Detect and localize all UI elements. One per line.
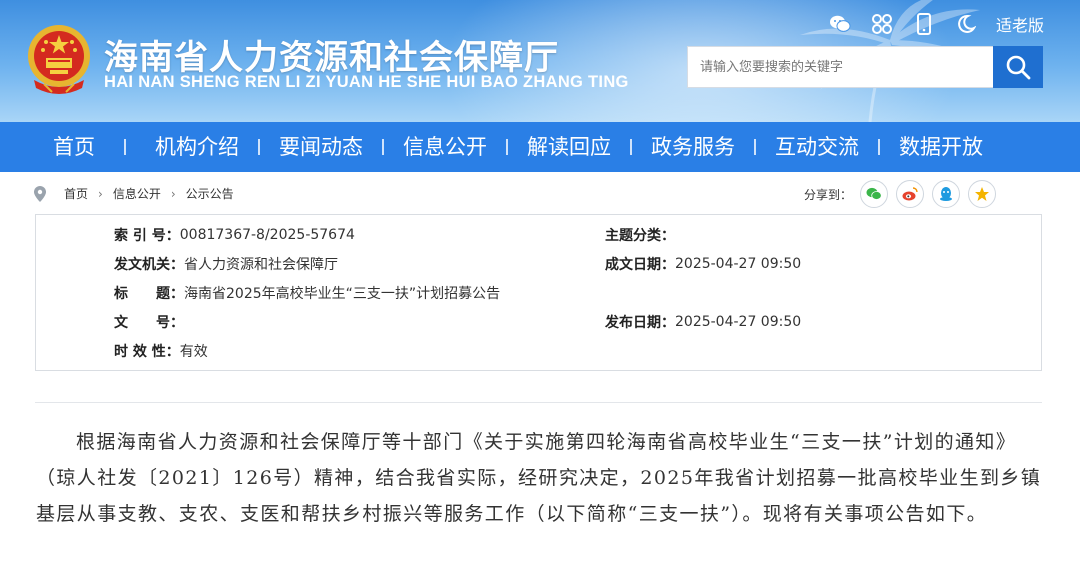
share-label: 分享到： [803, 187, 852, 202]
breadcrumb-row: 首页 › 信息公开 › 公示公告 分享到： [0, 172, 1080, 214]
weibo-icon [902, 187, 918, 201]
share-favorite-button[interactable] [968, 180, 996, 208]
wechat-icon [866, 187, 882, 200]
elder-mode-link[interactable]: 适老版 [996, 12, 1044, 36]
nav-separator [506, 139, 508, 155]
meta-published-value: 2025-04-27 09:50 [675, 314, 802, 330]
nav-separator [630, 139, 632, 155]
meta-issuer-row: 发文机关： 省人力资源和社会保障厅 [114, 254, 338, 274]
breadcrumb-home[interactable]: 首页 [64, 185, 88, 202]
site-title: 海南省人力资源和社会保障厅 [104, 38, 559, 78]
qq-icon [940, 187, 952, 201]
nav-separator [382, 139, 384, 155]
breadcrumb-notices[interactable]: 公示公告 [186, 185, 234, 202]
meta-validity-label: 时 效 性： [114, 344, 180, 360]
site-subtitle: HAI NAN SHENG REN LI ZI YUAN HE SHE HUI … [104, 73, 629, 91]
meta-topic-label: 主题分类： [605, 228, 675, 244]
meta-published-label: 发布日期： [605, 315, 675, 331]
meta-title-row: 标 题： 海南省2025年高校毕业生“三支一扶”计划招募公告 [114, 283, 500, 303]
top-utility-bar: 适老版 [828, 12, 1044, 36]
meta-index-row: 索 引 号： 00817367-8/2025-57674 [114, 225, 355, 245]
meta-created-label: 成文日期： [605, 257, 675, 273]
meta-index-value: 00817367-8/2025-57674 [179, 227, 355, 243]
share-wechat-button[interactable] [860, 180, 888, 208]
location-pin-icon [34, 185, 46, 202]
search-icon [1006, 55, 1031, 80]
article-body-paragraph: 根据海南省人力资源和社会保障厅等十部门《关于实施第四轮海南省高校毕业生“三支一扶… [36, 431, 1042, 525]
share-bar: 分享到： [804, 180, 996, 208]
chevron-right-icon: › [98, 186, 103, 201]
nav-services[interactable]: 政务服务 [651, 122, 735, 172]
meta-title-value: 海南省2025年高校毕业生“三支一扶”计划招募公告 [184, 286, 501, 302]
nav-separator [258, 139, 260, 155]
nav-separator [754, 139, 756, 155]
meta-title-label: 标 题： [114, 286, 184, 302]
meta-docno-row: 文 号： [114, 312, 184, 332]
wechat-icon[interactable] [828, 12, 852, 36]
meta-topic-row: 主题分类： [605, 225, 675, 245]
meta-published-row: 发布日期： 2025-04-27 09:50 [605, 312, 801, 332]
meta-validity-value: 有效 [179, 344, 208, 360]
nav-home[interactable]: 首页 [53, 122, 95, 172]
search-button[interactable] [993, 46, 1043, 88]
meta-validity-row: 时 效 性： 有效 [114, 341, 208, 361]
search-input[interactable] [687, 46, 993, 88]
meta-issuer-value: 省人力资源和社会保障厅 [184, 257, 338, 273]
meta-issuer-label: 发文机关： [114, 257, 184, 273]
miniprogram-icon[interactable] [870, 12, 894, 36]
content-divider [35, 402, 1042, 403]
main-nav: 首页 机构介绍 要闻动态 信息公开 解读回应 政务服务 互动交流 数据开放 [0, 122, 1080, 172]
nav-separator [878, 139, 880, 155]
nav-open-data[interactable]: 数据开放 [899, 122, 983, 172]
site-header: 海南省人力资源和社会保障厅 HAI NAN SHENG REN LI ZI YU… [0, 0, 1080, 122]
chevron-right-icon: › [170, 186, 176, 201]
breadcrumb-info-disclosure[interactable]: 信息公开 [113, 185, 161, 202]
nav-about[interactable]: 机构介绍 [155, 122, 239, 172]
share-qq-button[interactable] [932, 180, 960, 208]
national-emblem-icon [28, 25, 90, 94]
night-mode-icon[interactable] [954, 12, 978, 36]
meta-created-row: 成文日期： 2025-04-27 09:50 [605, 254, 801, 274]
nav-news[interactable]: 要闻动态 [279, 122, 363, 172]
mobile-icon[interactable] [912, 12, 936, 36]
meta-created-value: 2025-04-27 09:50 [675, 256, 802, 272]
meta-index-label: 索 引 号： [114, 228, 180, 244]
document-metadata: 索 引 号： 00817367-8/2025-57674 主题分类： 发文机关：… [35, 214, 1042, 371]
nav-info-disclosure[interactable]: 信息公开 [403, 122, 487, 172]
nav-separator [124, 139, 126, 155]
meta-docno-label: 文 号： [114, 315, 184, 331]
breadcrumb: 首页 › 信息公开 › 公示公告 [34, 185, 234, 202]
nav-interaction[interactable]: 互动交流 [775, 122, 859, 172]
star-icon [975, 187, 989, 201]
share-weibo-button[interactable] [896, 180, 924, 208]
nav-interpretation[interactable]: 解读回应 [527, 122, 611, 172]
search-bar [687, 46, 1043, 88]
